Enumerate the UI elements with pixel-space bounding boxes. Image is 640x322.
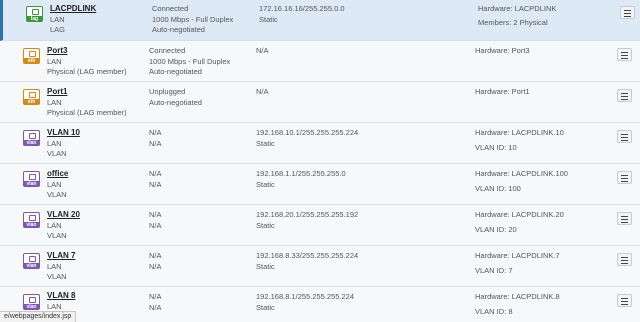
vlan-id-label: VLAN ID: 100 xyxy=(475,184,521,193)
ip-address: 192.168.20.1/255.255.255.192 xyxy=(256,210,359,219)
vlan-id-label: VLAN ID: 10 xyxy=(475,143,517,152)
hardware-label: Hardware: Port3 xyxy=(475,46,530,55)
interface-zone: LAN xyxy=(47,302,62,311)
interface-type: VLAN xyxy=(47,149,67,158)
interface-type: VLAN xyxy=(47,231,67,240)
row-menu-button[interactable] xyxy=(617,253,632,266)
hardware-label: Hardware: LACPDLINK.7 xyxy=(475,251,560,260)
interface-type: VLAN xyxy=(47,272,67,281)
vlan-icon: vlan xyxy=(23,294,40,310)
row-menu-button[interactable] xyxy=(617,130,632,143)
interface-zone: LAN xyxy=(47,57,62,66)
hardware-label: Hardware: LACPDLINK xyxy=(478,4,557,13)
row-menu-button[interactable] xyxy=(617,212,632,225)
link-speed: N/A xyxy=(149,139,162,148)
vlan-id-label: VLAN ID: 7 xyxy=(475,266,513,275)
interface-name[interactable]: Port1 xyxy=(47,87,67,96)
link-status: Unplugged xyxy=(149,87,186,96)
row-menu-button[interactable] xyxy=(617,171,632,184)
vlan-icon: vlan xyxy=(23,253,40,269)
interface-name[interactable]: VLAN 20 xyxy=(47,210,80,219)
interface-zone: LAN xyxy=(50,15,65,24)
link-status: N/A xyxy=(149,292,162,301)
interface-row-vlan7[interactable]: vlan VLAN 7 LAN VLAN N/A N/A 192.168.8.3… xyxy=(0,246,640,287)
link-status: N/A xyxy=(149,128,162,137)
vlan-icon: vlan xyxy=(23,212,40,228)
ip-address: 192.168.8.33/255.255.255.224 xyxy=(256,251,359,260)
ip-address: N/A xyxy=(256,87,269,96)
interface-type: Physical (LAG member) xyxy=(47,108,127,117)
ip-assignment: Static xyxy=(259,15,278,24)
interface-zone: LAN xyxy=(47,180,62,189)
interface-row-vlan8[interactable]: vlan VLAN 8 LAN N/A N/A 192.168.8.1/255.… xyxy=(0,287,640,322)
interface-zone: LAN xyxy=(47,221,62,230)
hardware-label: Hardware: LACPDLINK.100 xyxy=(475,169,568,178)
link-status: Connected xyxy=(152,4,189,13)
vlan-icon: vlan xyxy=(23,130,40,146)
ip-address: 192.168.8.1/255.255.255.224 xyxy=(256,292,355,301)
interface-name[interactable]: VLAN 10 xyxy=(47,128,80,137)
browser-status-url: e/webpages/index.jsp xyxy=(0,311,77,322)
link-negotiation: Auto-negotiated xyxy=(149,98,202,107)
interface-type: VLAN xyxy=(47,190,67,199)
vlan-id-label: VLAN ID: 20 xyxy=(475,225,517,234)
interface-row-port3[interactable]: eth Port3 LAN Physical (LAG member) Conn… xyxy=(0,41,640,82)
interface-zone: LAN xyxy=(47,98,62,107)
interface-row-port1[interactable]: eth Port1 LAN Physical (LAG member) Unpl… xyxy=(0,82,640,123)
interface-row-lacpdlink[interactable]: lag LACPDLINK LAN LAG Connected 1000 Mbp… xyxy=(0,0,640,41)
ip-address: 192.168.1.1/255.255.255.0 xyxy=(256,169,346,178)
link-speed: N/A xyxy=(149,180,162,189)
ip-assignment: Static xyxy=(256,221,275,230)
interface-name[interactable]: LACPDLINK xyxy=(50,4,96,13)
link-status: N/A xyxy=(149,210,162,219)
ip-address: 192.168.10.1/255.255.255.224 xyxy=(256,128,359,137)
ip-assignment: Static xyxy=(256,262,275,271)
link-negotiation: Auto-negotiated xyxy=(152,25,205,34)
row-menu-button[interactable] xyxy=(617,89,632,102)
ip-address: 172.16.16.16/255.255.0.0 xyxy=(259,4,345,13)
ethernet-icon: eth xyxy=(23,89,40,105)
vlan-icon: vlan xyxy=(23,171,40,187)
interface-name[interactable]: VLAN 8 xyxy=(47,291,75,300)
interface-row-office[interactable]: vlan office LAN VLAN N/A N/A 192.168.1.1… xyxy=(0,164,640,205)
ethernet-icon: eth xyxy=(23,48,40,64)
link-speed: N/A xyxy=(149,303,162,312)
interface-type: Physical (LAG member) xyxy=(47,67,127,76)
hardware-label: Hardware: LACPDLINK.8 xyxy=(475,292,560,301)
row-menu-button[interactable] xyxy=(617,48,632,61)
link-status: N/A xyxy=(149,251,162,260)
members-label: Members: 2 Physical xyxy=(478,18,548,27)
link-negotiation: Auto-negotiated xyxy=(149,67,202,76)
interface-name[interactable]: Port3 xyxy=(47,46,67,55)
row-menu-button[interactable] xyxy=(617,294,632,307)
interface-name[interactable]: office xyxy=(47,169,68,178)
link-status: Connected xyxy=(149,46,186,55)
ip-assignment: Static xyxy=(256,139,275,148)
link-speed: 1000 Mbps - Full Duplex xyxy=(152,15,234,24)
interface-type: LAG xyxy=(50,25,66,34)
hardware-label: Hardware: LACPDLINK.10 xyxy=(475,128,564,137)
interface-zone: LAN xyxy=(47,139,62,148)
ip-assignment: Static xyxy=(256,180,275,189)
hardware-label: Hardware: Port1 xyxy=(475,87,530,96)
interface-name[interactable]: VLAN 7 xyxy=(47,251,75,260)
hardware-label: Hardware: LACPDLINK.20 xyxy=(475,210,564,219)
row-menu-button[interactable] xyxy=(620,6,635,19)
interface-zone: LAN xyxy=(47,262,62,271)
link-speed: 1000 Mbps - Full Duplex xyxy=(149,57,231,66)
lag-icon: lag xyxy=(26,6,43,22)
interface-row-vlan10[interactable]: vlan VLAN 10 LAN VLAN N/A N/A 192.168.10… xyxy=(0,123,640,164)
vlan-id-label: VLAN ID: 8 xyxy=(475,307,513,316)
link-status: N/A xyxy=(149,169,162,178)
link-speed: N/A xyxy=(149,262,162,271)
ip-address: N/A xyxy=(256,46,269,55)
interface-row-vlan20[interactable]: vlan VLAN 20 LAN VLAN N/A N/A 192.168.20… xyxy=(0,205,640,246)
ip-assignment: Static xyxy=(256,303,275,312)
link-speed: N/A xyxy=(149,221,162,230)
